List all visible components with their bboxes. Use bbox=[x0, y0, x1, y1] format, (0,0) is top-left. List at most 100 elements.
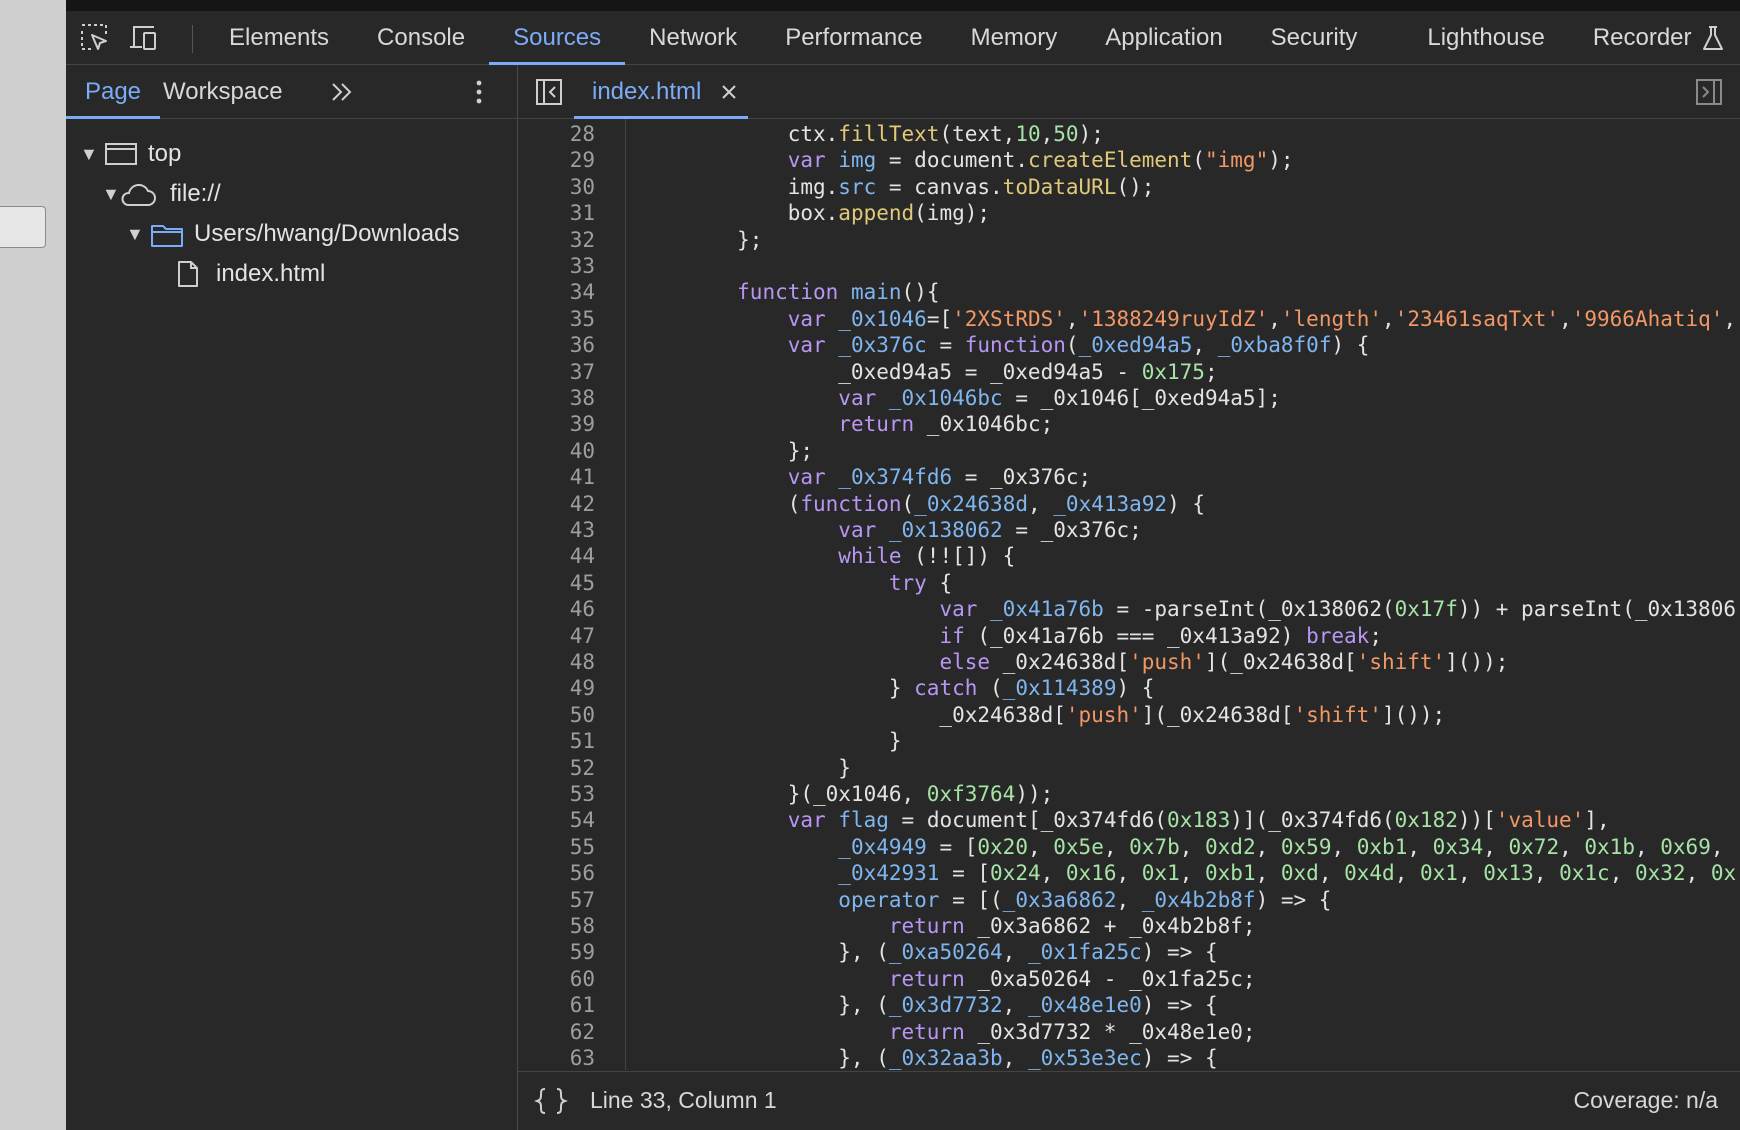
file-tab-index-html[interactable]: index.html bbox=[574, 65, 748, 119]
code-line[interactable]: return _0x1046bc; bbox=[636, 411, 1053, 437]
line-number[interactable]: 50 bbox=[570, 702, 595, 728]
line-number[interactable]: 47 bbox=[570, 623, 595, 649]
tab-recorder[interactable]: Recorder bbox=[1569, 11, 1698, 65]
line-number[interactable]: 58 bbox=[570, 913, 595, 939]
expand-arrow-icon[interactable]: ▼ bbox=[126, 214, 144, 254]
line-number[interactable]: 45 bbox=[570, 570, 595, 596]
line-number[interactable]: 35 bbox=[570, 306, 595, 332]
line-number[interactable]: 59 bbox=[570, 939, 595, 965]
tree-item-file-origin[interactable]: ▼ file:// bbox=[102, 174, 482, 214]
tab-memory[interactable]: Memory bbox=[947, 11, 1082, 65]
code-line[interactable]: var flag = document[_0x374fd6(0x183)](_0… bbox=[636, 807, 1610, 833]
close-icon[interactable] bbox=[719, 82, 739, 102]
code-line[interactable]: } catch (_0x114389) { bbox=[636, 675, 1155, 701]
tab-performance[interactable]: Performance bbox=[761, 11, 946, 65]
line-number[interactable]: 43 bbox=[570, 517, 595, 543]
code-line[interactable]: } bbox=[636, 755, 851, 781]
code-line[interactable]: }; bbox=[636, 227, 762, 253]
line-number[interactable]: 34 bbox=[570, 279, 595, 305]
line-number[interactable]: 53 bbox=[570, 781, 595, 807]
line-number[interactable]: 62 bbox=[570, 1019, 595, 1045]
code-line[interactable]: operator = [(_0x3a6862, _0x4b2b8f) => { bbox=[636, 887, 1331, 913]
line-number[interactable]: 44 bbox=[570, 543, 595, 569]
line-number[interactable]: 55 bbox=[570, 834, 595, 860]
line-number[interactable]: 39 bbox=[570, 411, 595, 437]
line-number[interactable]: 40 bbox=[570, 438, 595, 464]
code-line[interactable]: var _0x1046bc = _0x1046[_0xed94a5]; bbox=[636, 385, 1281, 411]
code-line[interactable]: var img = document.createElement("img"); bbox=[636, 147, 1294, 173]
line-number[interactable]: 29 bbox=[570, 147, 595, 173]
line-number[interactable]: 30 bbox=[570, 174, 595, 200]
code-line[interactable]: }; bbox=[636, 438, 813, 464]
code-line[interactable]: ctx.fillText(text,10,50); bbox=[636, 121, 1104, 147]
code-line[interactable]: return _0x3a6862 + _0x4b2b8f; bbox=[636, 913, 1256, 939]
coverage-status[interactable]: Coverage: n/a bbox=[1574, 1072, 1718, 1129]
code-line[interactable]: }, (_0x3d7732, _0x48e1e0) => { bbox=[636, 992, 1217, 1018]
code-line[interactable]: return _0xa50264 - _0x1fa25c; bbox=[636, 966, 1256, 992]
code-line[interactable]: (function(_0x24638d, _0x413a92) { bbox=[636, 491, 1205, 517]
code-line[interactable]: while (!![]) { bbox=[636, 543, 1015, 569]
tab-sources[interactable]: Sources bbox=[489, 11, 626, 65]
line-number[interactable]: 51 bbox=[570, 728, 595, 754]
code-line[interactable]: _0x24638d['push'](_0x24638d['shift']()); bbox=[636, 702, 1445, 728]
line-number[interactable]: 46 bbox=[570, 596, 595, 622]
code-line[interactable]: return _0x3d7732 * _0x48e1e0; bbox=[636, 1019, 1256, 1045]
tab-security[interactable]: Security bbox=[1247, 11, 1404, 65]
code-line[interactable]: _0x4949 = [0x20, 0x5e, 0x7b, 0xd2, 0x59,… bbox=[636, 834, 1723, 860]
tree-item-top[interactable]: ▼ top bbox=[80, 134, 480, 174]
code-line[interactable]: try { bbox=[636, 570, 952, 596]
code-line[interactable]: else _0x24638d['push'](_0x24638d['shift'… bbox=[636, 649, 1508, 675]
code-line[interactable]: }, (_0x32aa3b, _0x53e3ec) => { bbox=[636, 1045, 1217, 1070]
line-number[interactable]: 61 bbox=[570, 992, 595, 1018]
line-number[interactable]: 54 bbox=[570, 807, 595, 833]
line-number[interactable]: 52 bbox=[570, 755, 595, 781]
code-lines[interactable]: ctx.fillText(text,10,50); var img = docu… bbox=[628, 119, 1740, 1070]
line-number[interactable]: 42 bbox=[570, 491, 595, 517]
code-line[interactable]: var _0x1046=['2XStRDS','1388249ruyIdZ','… bbox=[636, 306, 1736, 332]
code-line[interactable]: box.append(img); bbox=[636, 200, 990, 226]
code-line[interactable]: var _0x376c = function(_0xed94a5, _0xba8… bbox=[636, 332, 1370, 358]
tab-elements[interactable]: Elements bbox=[205, 11, 353, 65]
tab-network[interactable]: Network bbox=[625, 11, 761, 65]
line-number[interactable]: 32 bbox=[570, 227, 595, 253]
page-input-box[interactable] bbox=[0, 206, 46, 248]
tree-item-index-html[interactable]: index.html bbox=[176, 254, 506, 294]
device-toolbar-icon[interactable] bbox=[126, 21, 160, 55]
line-number[interactable]: 49 bbox=[570, 675, 595, 701]
double-chevron-right-icon[interactable] bbox=[327, 77, 357, 107]
toggle-debugger-icon[interactable] bbox=[1694, 77, 1724, 107]
code-line[interactable]: var _0x374fd6 = _0x376c; bbox=[636, 464, 1091, 490]
code-line[interactable]: _0xed94a5 = _0xed94a5 - 0x175; bbox=[636, 359, 1217, 385]
code-line[interactable]: function main(){ bbox=[636, 279, 939, 305]
line-number[interactable]: 63 bbox=[570, 1045, 595, 1070]
code-line[interactable]: _0x42931 = [0x24, 0x16, 0x1, 0xb1, 0xd, … bbox=[636, 860, 1736, 886]
line-number[interactable]: 57 bbox=[570, 887, 595, 913]
line-number[interactable]: 48 bbox=[570, 649, 595, 675]
code-line[interactable]: }, (_0xa50264, _0x1fa25c) => { bbox=[636, 939, 1217, 965]
code-line[interactable]: var _0x138062 = _0x376c; bbox=[636, 517, 1141, 543]
line-number[interactable]: 37 bbox=[570, 359, 595, 385]
toggle-navigator-icon[interactable] bbox=[534, 77, 564, 107]
code-line[interactable]: } bbox=[636, 728, 902, 754]
code-line[interactable]: }(_0x1046, 0xf3764)); bbox=[636, 781, 1054, 807]
more-options-icon[interactable] bbox=[472, 77, 486, 107]
code-line[interactable]: var _0x41a76b = -parseInt(_0x138062(0x17… bbox=[636, 596, 1736, 622]
tab-application[interactable]: Application bbox=[1081, 11, 1246, 65]
code-area[interactable]: 28 29 30 31 32 33 34 35 36 37 38 39 40 41 42 43 44 45 46 47… bbox=[518, 119, 1740, 1070]
line-number[interactable]: 38 bbox=[570, 385, 595, 411]
code-line[interactable]: img.src = canvas.toDataURL(); bbox=[636, 174, 1155, 200]
tab-workspace[interactable]: Workspace bbox=[163, 65, 283, 119]
line-number[interactable]: 31 bbox=[570, 200, 595, 226]
tab-page[interactable]: Page bbox=[66, 65, 160, 119]
line-number[interactable]: 56 bbox=[570, 860, 595, 886]
pretty-print-icon[interactable] bbox=[534, 1086, 568, 1116]
line-number[interactable]: 33 bbox=[570, 253, 595, 279]
tab-console[interactable]: Console bbox=[353, 11, 489, 65]
expand-arrow-icon[interactable]: ▼ bbox=[80, 134, 98, 174]
tab-lighthouse[interactable]: Lighthouse bbox=[1403, 11, 1568, 65]
inspect-element-icon[interactable] bbox=[78, 21, 112, 55]
line-number[interactable]: 41 bbox=[570, 464, 595, 490]
line-number-gutter[interactable]: 28 29 30 31 32 33 34 35 36 37 38 39 40 41 42 43 44 45 46 47… bbox=[518, 119, 626, 1070]
line-number[interactable]: 60 bbox=[570, 966, 595, 992]
line-number[interactable]: 36 bbox=[570, 332, 595, 358]
